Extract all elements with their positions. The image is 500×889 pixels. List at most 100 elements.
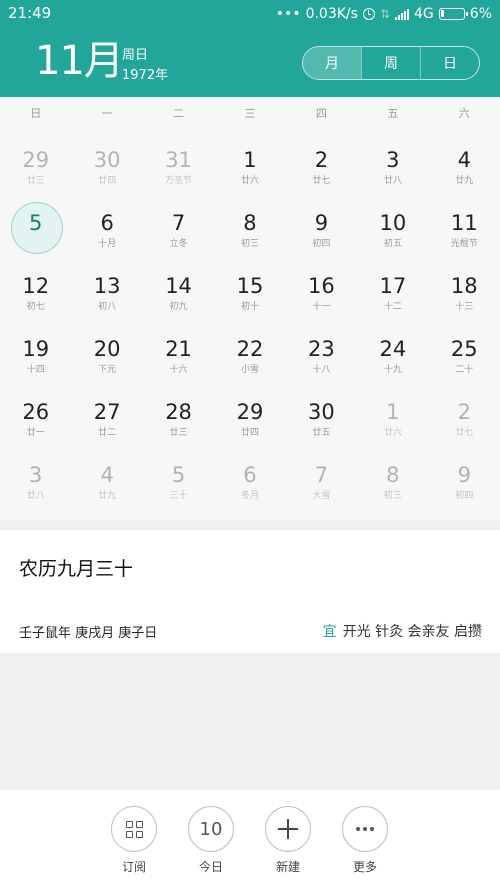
lunar-day: 廿六 xyxy=(240,176,259,186)
day-number: 5 xyxy=(29,211,43,235)
battery-icon xyxy=(438,8,468,20)
day-cell[interactable]: 12 初七 xyxy=(0,259,71,322)
current-month[interactable]: 11月 xyxy=(35,38,124,84)
day-number: 18 xyxy=(450,274,478,298)
day-cell[interactable]: 31 万圣节 xyxy=(143,133,214,196)
day-cell[interactable]: 29 廿四 xyxy=(214,385,285,448)
lunar-day: 十月 xyxy=(98,239,117,249)
tab-day[interactable]: 日 xyxy=(420,47,479,79)
more-button[interactable]: 更多 xyxy=(335,806,395,875)
day-cell[interactable]: 25 二十 xyxy=(429,322,500,385)
day-cell[interactable]: 19 十四 xyxy=(0,322,71,385)
day-cell[interactable]: 6 十月 xyxy=(71,196,142,259)
lunar-day: 初三 xyxy=(383,491,402,501)
day-cell[interactable]: 28 廿三 xyxy=(143,385,214,448)
day-cell[interactable]: 1 廿六 xyxy=(357,385,428,448)
day-cell[interactable]: 4 廿九 xyxy=(71,448,142,511)
day-cell[interactable]: 4 廿九 xyxy=(429,133,500,196)
lunar-day: 初四 xyxy=(312,239,331,249)
day-number: 11 xyxy=(450,211,478,235)
yi-items: 开光 针灸 会亲友 启攒 xyxy=(342,624,482,640)
day-cell[interactable]: 3 廿八 xyxy=(357,133,428,196)
day-cell[interactable]: 30 廿四 xyxy=(71,133,142,196)
data-transfer-icon: ⇅ xyxy=(379,7,391,21)
day-cell[interactable]: 23 十八 xyxy=(286,322,357,385)
lunar-day: 冬月 xyxy=(240,491,259,501)
lunar-day: 初七 xyxy=(26,302,45,312)
lunar-day: 廿七 xyxy=(455,428,474,438)
lunar-day: 廿六 xyxy=(383,428,402,438)
network-type: 4G xyxy=(414,6,434,22)
lunar-day: 廿七 xyxy=(312,176,331,186)
day-number: 9 xyxy=(457,463,471,487)
tab-week[interactable]: 周 xyxy=(361,47,420,79)
day-cell[interactable]: 24 十九 xyxy=(357,322,428,385)
new-event-button[interactable]: 新建 xyxy=(258,806,318,875)
network-speed: 0.03K/s xyxy=(305,6,358,22)
subscribe-icon xyxy=(111,806,157,852)
day-cell[interactable]: 7 立冬 xyxy=(143,196,214,259)
today-button[interactable]: 10 今日 xyxy=(181,806,241,875)
today-label: 今日 xyxy=(198,860,223,874)
lunar-day: 光棍节 xyxy=(450,239,478,249)
lunar-day: 十六 xyxy=(169,365,188,375)
day-cell-selected[interactable]: 5 xyxy=(0,196,71,259)
day-cell[interactable]: 2 廿七 xyxy=(429,385,500,448)
day-cell[interactable]: 8 初三 xyxy=(214,196,285,259)
tab-month[interactable]: 月 xyxy=(303,47,361,79)
lunar-day: 立冬 xyxy=(169,239,188,249)
day-cell[interactable]: 14 初九 xyxy=(143,259,214,322)
lunar-day: 万圣节 xyxy=(165,176,193,186)
battery-level: 6% xyxy=(469,6,492,22)
day-number: 17 xyxy=(379,274,407,298)
lunar-day: 廿八 xyxy=(26,491,45,501)
day-cell[interactable]: 29 廿三 xyxy=(0,133,71,196)
day-number: 1 xyxy=(243,148,257,172)
day-number: 10 xyxy=(379,211,407,235)
today-number: 10 xyxy=(199,818,223,840)
day-cell[interactable]: 6 冬月 xyxy=(214,448,285,511)
day-number: 27 xyxy=(93,400,121,424)
day-cell[interactable]: 20 下元 xyxy=(71,322,142,385)
day-number: 6 xyxy=(243,463,257,487)
auspicious-activities[interactable]: 宜开光 针灸 会亲友 启攒 xyxy=(323,621,482,641)
day-number: 19 xyxy=(22,337,50,361)
day-cell[interactable]: 7 大雪 xyxy=(286,448,357,511)
day-cell[interactable]: 27 廿二 xyxy=(71,385,142,448)
day-number: 15 xyxy=(236,274,264,298)
lunar-day: 初十 xyxy=(240,302,259,312)
day-cell[interactable]: 1 廿六 xyxy=(214,133,285,196)
day-cell[interactable]: 8 初三 xyxy=(357,448,428,511)
day-cell[interactable]: 10 初五 xyxy=(357,196,428,259)
calendar-header: 21:49 ••• 0.03K/s ⇅ 4G 6% 11月 周日 1972年 月… xyxy=(0,0,500,97)
lunar-day: 廿八 xyxy=(383,176,402,186)
lunar-day: 十二 xyxy=(383,302,402,312)
lunar-day: 廿三 xyxy=(26,176,45,186)
day-cell[interactable]: 2 廿七 xyxy=(286,133,357,196)
day-cell[interactable]: 16 十一 xyxy=(286,259,357,322)
lunar-day: 二十 xyxy=(455,365,474,375)
day-cell[interactable]: 17 十二 xyxy=(357,259,428,322)
day-cell[interactable]: 9 初四 xyxy=(286,196,357,259)
day-cell[interactable]: 21 十六 xyxy=(143,322,214,385)
day-cell[interactable]: 22 小雪 xyxy=(214,322,285,385)
current-year: 1972年 xyxy=(122,68,169,83)
lunar-date: 农历九月三十 xyxy=(19,558,134,580)
status-time: 21:49 xyxy=(8,4,52,22)
lunar-day: 十一 xyxy=(312,302,331,312)
day-number: 7 xyxy=(171,211,186,235)
day-number: 7 xyxy=(314,463,329,487)
day-cell[interactable]: 3 廿八 xyxy=(0,448,71,511)
subscribe-button[interactable]: 订阅 xyxy=(104,806,164,875)
day-cell[interactable]: 5 三十 xyxy=(143,448,214,511)
day-cell[interactable]: 11 光棍节 xyxy=(429,196,500,259)
lunar-day: 小雪 xyxy=(240,365,259,375)
day-number: 25 xyxy=(450,337,478,361)
day-cell[interactable]: 9 初四 xyxy=(429,448,500,511)
day-cell[interactable]: 18 十三 xyxy=(429,259,500,322)
day-cell[interactable]: 26 廿一 xyxy=(0,385,71,448)
day-cell[interactable]: 30 廿五 xyxy=(286,385,357,448)
day-cell[interactable]: 15 初十 xyxy=(214,259,285,322)
day-cell[interactable]: 13 初八 xyxy=(71,259,142,322)
day-number: 6 xyxy=(100,211,114,235)
